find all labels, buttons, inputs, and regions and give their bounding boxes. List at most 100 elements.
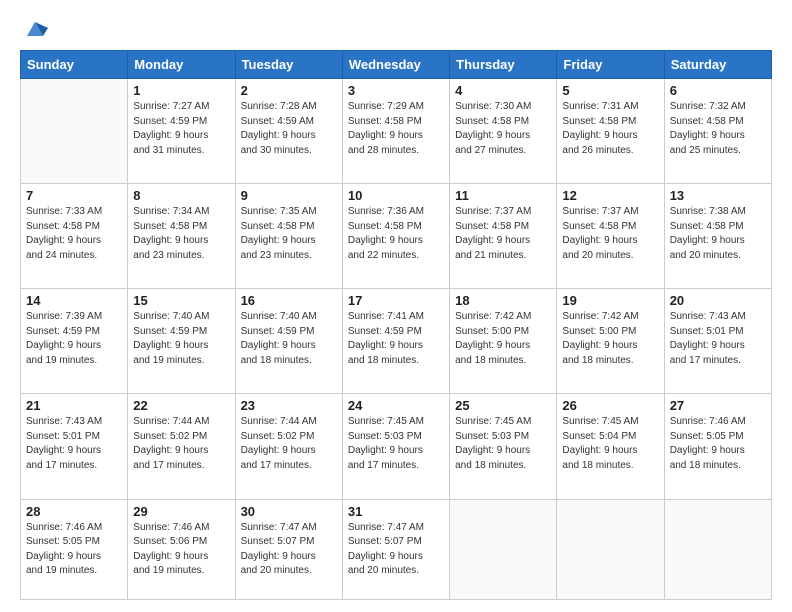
day-number: 23 — [241, 398, 337, 413]
day-number: 11 — [455, 188, 551, 203]
weekday-header-saturday: Saturday — [664, 51, 771, 79]
day-info: Sunrise: 7:39 AMSunset: 4:59 PMDaylight:… — [26, 310, 122, 368]
day-info: Sunrise: 7:47 AMSunset: 5:07 PMDaylight:… — [348, 521, 444, 579]
calendar-cell: 1 Sunrise: 7:27 AMSunset: 4:59 PMDaylight… — [128, 79, 235, 184]
day-info: Sunrise: 7:30 AMSunset: 4:58 PMDaylight:… — [455, 100, 551, 158]
day-info: Sunrise: 7:32 AMSunset: 4:58 PMDaylight:… — [670, 100, 766, 158]
day-info: Sunrise: 7:43 AMSunset: 5:01 PMDaylight:… — [670, 310, 766, 368]
day-number: 6 — [670, 83, 766, 98]
calendar-cell: 31 Sunrise: 7:47 AMSunset: 5:07 PMDayligh… — [342, 499, 449, 599]
weekday-header-sunday: Sunday — [21, 51, 128, 79]
day-number: 28 — [26, 504, 122, 519]
day-info: Sunrise: 7:41 AMSunset: 4:59 PMDaylight:… — [348, 310, 444, 368]
day-number: 5 — [562, 83, 658, 98]
day-info: Sunrise: 7:47 AMSunset: 5:07 PMDaylight:… — [241, 521, 337, 579]
day-number: 13 — [670, 188, 766, 203]
calendar-week-row: 21 Sunrise: 7:43 AMSunset: 5:01 PMDayligh… — [21, 394, 772, 499]
day-number: 26 — [562, 398, 658, 413]
day-info: Sunrise: 7:37 AMSunset: 4:58 PMDaylight:… — [562, 205, 658, 263]
day-info: Sunrise: 7:46 AMSunset: 5:06 PMDaylight:… — [133, 521, 229, 579]
day-info: Sunrise: 7:35 AMSunset: 4:58 PMDaylight:… — [241, 205, 337, 263]
day-info: Sunrise: 7:29 AMSunset: 4:58 PMDaylight:… — [348, 100, 444, 158]
day-number: 9 — [241, 188, 337, 203]
day-number: 20 — [670, 293, 766, 308]
calendar-cell — [557, 499, 664, 599]
calendar-cell: 17Sunrise: 7:41 AMSunset: 4:59 PMDayligh… — [342, 289, 449, 394]
weekday-header-friday: Friday — [557, 51, 664, 79]
day-info: Sunrise: 7:28 AMSunset: 4:59 AMDaylight:… — [241, 100, 337, 158]
day-number: 18 — [455, 293, 551, 308]
calendar-cell: 11 Sunrise: 7:37 AMSunset: 4:58 PMDayligh… — [450, 184, 557, 289]
day-number: 19 — [562, 293, 658, 308]
day-info: Sunrise: 7:45 AMSunset: 5:03 PMDaylight:… — [455, 415, 551, 473]
day-number: 21 — [26, 398, 122, 413]
calendar-cell: 18 Sunrise: 7:42 AMSunset: 5:00 PMDayligh… — [450, 289, 557, 394]
calendar-cell: 16Sunrise: 7:40 AMSunset: 4:59 PMDayligh… — [235, 289, 342, 394]
day-info: Sunrise: 7:40 AMSunset: 4:59 PMDaylight:… — [133, 310, 229, 368]
calendar-cell: 6 Sunrise: 7:32 AMSunset: 4:58 PMDaylight… — [664, 79, 771, 184]
calendar-cell: 26 Sunrise: 7:45 AMSunset: 5:04 PMDayligh… — [557, 394, 664, 499]
day-number: 22 — [133, 398, 229, 413]
calendar-cell: 10Sunrise: 7:36 AMSunset: 4:58 PMDayligh… — [342, 184, 449, 289]
weekday-header-thursday: Thursday — [450, 51, 557, 79]
day-number: 4 — [455, 83, 551, 98]
calendar-cell: 23Sunrise: 7:44 AMSunset: 5:02 PMDayligh… — [235, 394, 342, 499]
day-info: Sunrise: 7:27 AMSunset: 4:59 PMDaylight:… — [133, 100, 229, 158]
day-info: Sunrise: 7:40 AMSunset: 4:59 PMDaylight:… — [241, 310, 337, 368]
calendar-cell — [664, 499, 771, 599]
header — [20, 18, 772, 40]
day-info: Sunrise: 7:37 AMSunset: 4:58 PMDaylight:… — [455, 205, 551, 263]
calendar-cell: 19 Sunrise: 7:42 AMSunset: 5:00 PMDayligh… — [557, 289, 664, 394]
calendar-cell — [21, 79, 128, 184]
day-info: Sunrise: 7:36 AMSunset: 4:58 PMDaylight:… — [348, 205, 444, 263]
weekday-header-wednesday: Wednesday — [342, 51, 449, 79]
calendar-cell: 25 Sunrise: 7:45 AMSunset: 5:03 PMDayligh… — [450, 394, 557, 499]
calendar-table: SundayMondayTuesdayWednesdayThursdayFrid… — [20, 50, 772, 600]
calendar-cell: 20 Sunrise: 7:43 AMSunset: 5:01 PMDayligh… — [664, 289, 771, 394]
calendar-cell: 5 Sunrise: 7:31 AMSunset: 4:58 PMDaylight… — [557, 79, 664, 184]
day-info: Sunrise: 7:38 AMSunset: 4:58 PMDaylight:… — [670, 205, 766, 263]
calendar-cell: 8Sunrise: 7:34 AMSunset: 4:58 PMDaylight… — [128, 184, 235, 289]
calendar-cell — [450, 499, 557, 599]
calendar-cell: 4 Sunrise: 7:30 AMSunset: 4:58 PMDaylight… — [450, 79, 557, 184]
day-number: 15 — [133, 293, 229, 308]
day-number: 31 — [348, 504, 444, 519]
page: SundayMondayTuesdayWednesdayThursdayFrid… — [0, 0, 792, 612]
calendar-cell: 7 Sunrise: 7:33 AMSunset: 4:58 PMDaylight… — [21, 184, 128, 289]
day-info: Sunrise: 7:34 AMSunset: 4:58 PMDaylight:… — [133, 205, 229, 263]
logo — [20, 18, 52, 40]
day-info: Sunrise: 7:45 AMSunset: 5:03 PMDaylight:… — [348, 415, 444, 473]
day-info: Sunrise: 7:46 AMSunset: 5:05 PMDaylight:… — [26, 521, 122, 579]
calendar-week-row: 1 Sunrise: 7:27 AMSunset: 4:59 PMDaylight… — [21, 79, 772, 184]
calendar-cell: 22 Sunrise: 7:44 AMSunset: 5:02 PMDayligh… — [128, 394, 235, 499]
weekday-header-row: SundayMondayTuesdayWednesdayThursdayFrid… — [21, 51, 772, 79]
logo-text — [20, 18, 50, 40]
day-number: 7 — [26, 188, 122, 203]
calendar-cell: 27 Sunrise: 7:46 AMSunset: 5:05 PMDayligh… — [664, 394, 771, 499]
day-number: 2 — [241, 83, 337, 98]
day-number: 25 — [455, 398, 551, 413]
day-info: Sunrise: 7:43 AMSunset: 5:01 PMDaylight:… — [26, 415, 122, 473]
calendar-cell: 21 Sunrise: 7:43 AMSunset: 5:01 PMDayligh… — [21, 394, 128, 499]
calendar-cell: 28 Sunrise: 7:46 AMSunset: 5:05 PMDayligh… — [21, 499, 128, 599]
calendar-cell: 15 Sunrise: 7:40 AMSunset: 4:59 PMDayligh… — [128, 289, 235, 394]
weekday-header-monday: Monday — [128, 51, 235, 79]
calendar-week-row: 14Sunrise: 7:39 AMSunset: 4:59 PMDayligh… — [21, 289, 772, 394]
day-number: 27 — [670, 398, 766, 413]
calendar-cell: 13 Sunrise: 7:38 AMSunset: 4:58 PMDayligh… — [664, 184, 771, 289]
logo-bird-icon — [22, 18, 48, 40]
day-info: Sunrise: 7:45 AMSunset: 5:04 PMDaylight:… — [562, 415, 658, 473]
day-number: 12 — [562, 188, 658, 203]
day-info: Sunrise: 7:46 AMSunset: 5:05 PMDaylight:… — [670, 415, 766, 473]
day-number: 24 — [348, 398, 444, 413]
day-info: Sunrise: 7:44 AMSunset: 5:02 PMDaylight:… — [133, 415, 229, 473]
calendar-cell: 3Sunrise: 7:29 AMSunset: 4:58 PMDaylight… — [342, 79, 449, 184]
day-info: Sunrise: 7:33 AMSunset: 4:58 PMDaylight:… — [26, 205, 122, 263]
day-info: Sunrise: 7:42 AMSunset: 5:00 PMDaylight:… — [562, 310, 658, 368]
day-number: 29 — [133, 504, 229, 519]
day-number: 30 — [241, 504, 337, 519]
calendar-cell: 29 Sunrise: 7:46 AMSunset: 5:06 PMDayligh… — [128, 499, 235, 599]
day-info: Sunrise: 7:42 AMSunset: 5:00 PMDaylight:… — [455, 310, 551, 368]
day-number: 1 — [133, 83, 229, 98]
day-info: Sunrise: 7:31 AMSunset: 4:58 PMDaylight:… — [562, 100, 658, 158]
